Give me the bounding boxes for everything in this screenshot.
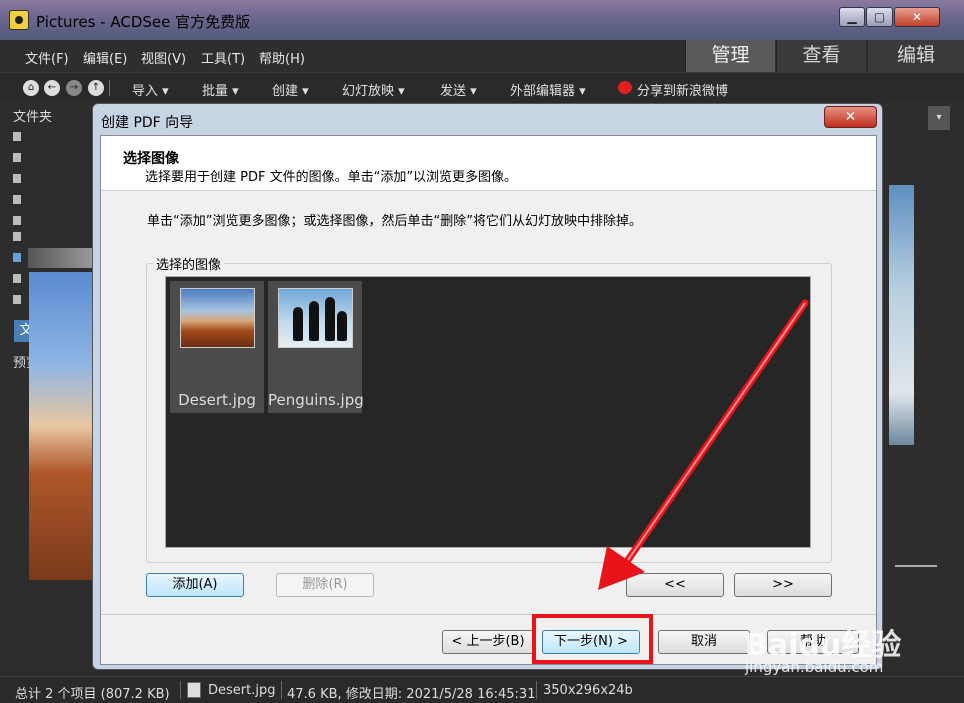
annotation-arrow-icon <box>598 299 809 590</box>
watermark-url: jingyan.baidu.com <box>745 658 884 676</box>
